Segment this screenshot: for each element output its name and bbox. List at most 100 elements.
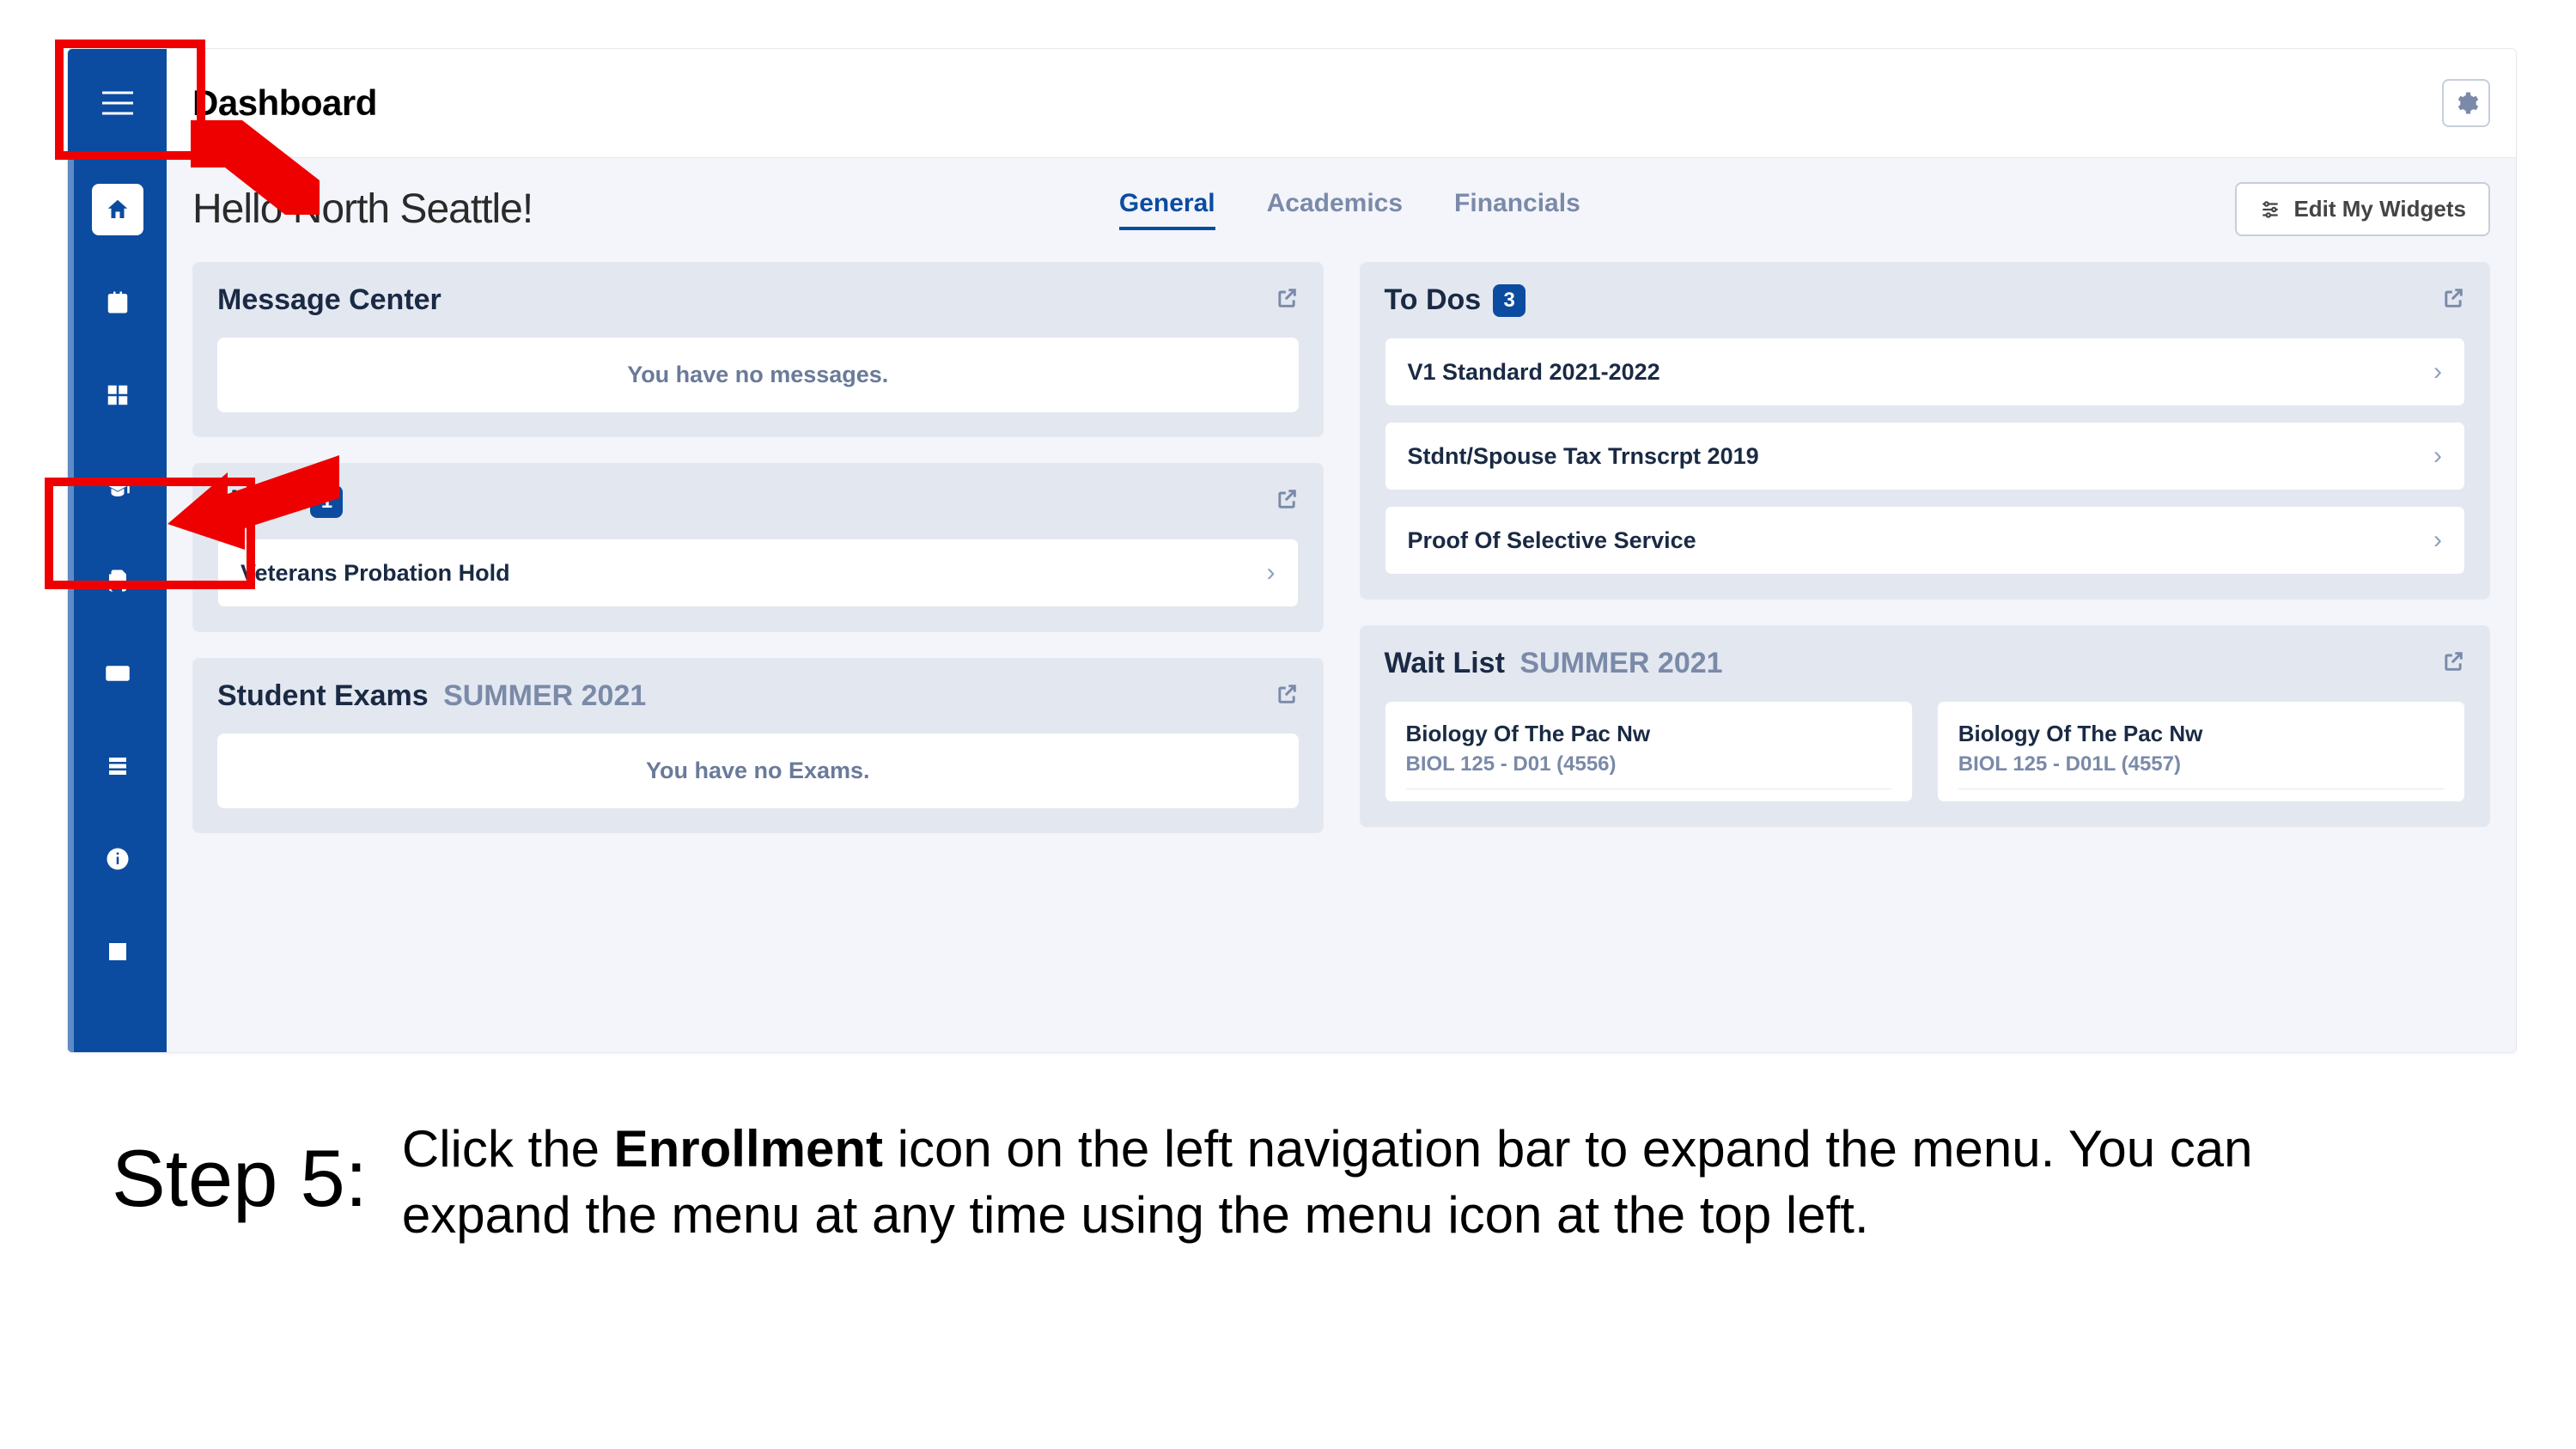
waitlist-code: BIOL 125 - D01 (4556) [1406, 752, 1891, 776]
page-title: Dashboard [192, 82, 377, 124]
tab-academics[interactable]: Academics [1267, 189, 1403, 230]
step-label: Step 5: [112, 1134, 368, 1222]
tab-financials[interactable]: Financials [1454, 189, 1580, 230]
todo-label: V1 Standard 2021-2022 [1408, 359, 1660, 386]
divider [1406, 788, 1891, 789]
todo-item[interactable]: Stdnt/Spouse Tax Trnscrpt 2019 › [1385, 422, 2466, 490]
annotation-arrow-menu [191, 120, 320, 215]
widget-student-exams: Student Exams SUMMER 2021 You have no Ex… [192, 658, 1324, 833]
chevron-right-icon: › [2433, 441, 2442, 471]
left-column: Message Center You have no messages. Hol… [192, 262, 1324, 833]
waitlist-card[interactable]: Biology Of The Pac Nw BIOL 125 - D01 (45… [1385, 701, 1913, 802]
waitlist-card[interactable]: Biology Of The Pac Nw BIOL 125 - D01L (4… [1937, 701, 2465, 802]
widget-todos: To Dos 3 V1 Standard 2021-2022 › Stdnt/S… [1360, 262, 2491, 600]
open-waitlist[interactable] [2441, 649, 2465, 678]
hold-item[interactable]: Veterans Probation Hold › [217, 539, 1299, 607]
sidebar-item-calendar[interactable] [92, 277, 143, 328]
annotation-arrow-enrollment [167, 447, 339, 550]
profile-icon [105, 939, 131, 965]
sidebar-item-documents[interactable] [92, 555, 143, 606]
nav-items [68, 156, 167, 998]
external-link-icon [2441, 649, 2465, 673]
exams-title-text: Student Exams [217, 679, 429, 712]
divider [1958, 788, 2444, 789]
chevron-right-icon: › [1267, 558, 1276, 588]
widget-head: Student Exams SUMMER 2021 [193, 659, 1323, 734]
content-area: Hello North Seattle! General Academics F… [167, 158, 2516, 1052]
edit-widgets-button[interactable]: Edit My Widgets [2235, 182, 2490, 236]
menu-toggle-button[interactable] [68, 49, 167, 156]
right-column: To Dos 3 V1 Standard 2021-2022 › Stdnt/S… [1360, 262, 2491, 833]
waitlist-course: Biology Of The Pac Nw [1406, 721, 1891, 747]
hold-label: Veterans Probation Hold [241, 560, 510, 587]
tiles-icon [105, 382, 131, 408]
widget-title: To Dos [1385, 283, 1482, 317]
sidebar-item-info[interactable] [92, 833, 143, 885]
widget-body: You have no messages. [193, 338, 1323, 436]
widget-title: Student Exams SUMMER 2021 [217, 679, 646, 713]
widget-title: Message Center [217, 283, 442, 317]
step-text: Click the Enrollment icon on the left na… [402, 1117, 2360, 1249]
tab-general[interactable]: General [1119, 189, 1215, 230]
app-window: Dashboard Hello North Seattle! General A… [67, 48, 2517, 1053]
todos-count-badge: 3 [1493, 284, 1526, 317]
list-icon [105, 753, 131, 779]
sidebar [68, 49, 167, 1052]
widget-head: Holds 1 [193, 464, 1323, 539]
widget-waitlist: Wait List SUMMER 2021 Biology Of The Pac… [1360, 625, 2491, 827]
tabs: General Academics Financials [1119, 189, 1580, 230]
topbar: Dashboard [167, 49, 2516, 158]
widget-holds: Holds 1 Veterans Probation Hold › [192, 463, 1324, 632]
settings-button[interactable] [2442, 79, 2490, 127]
open-holds[interactable] [1275, 487, 1299, 515]
exams-term: SUMMER 2021 [443, 679, 646, 712]
step-text-bold: Enrollment [614, 1120, 883, 1178]
sidebar-item-home[interactable] [92, 184, 143, 235]
home-icon [105, 197, 131, 222]
open-exams[interactable] [1275, 682, 1299, 710]
widget-columns: Message Center You have no messages. Hol… [192, 262, 2490, 833]
widget-head: Wait List SUMMER 2021 [1361, 626, 2490, 701]
chevron-right-icon: › [2433, 526, 2442, 555]
widget-head: Message Center [193, 263, 1323, 338]
info-icon [105, 846, 131, 872]
widget-body: You have no Exams. [193, 734, 1323, 832]
waitlist-term: SUMMER 2021 [1519, 647, 1722, 679]
sliders-icon [2259, 198, 2281, 221]
waitlist-title-text: Wait List [1385, 647, 1505, 679]
todo-label: Stdnt/Spouse Tax Trnscrpt 2019 [1408, 443, 1759, 470]
todo-item[interactable]: Proof Of Selective Service › [1385, 506, 2466, 575]
open-message-center[interactable] [1275, 286, 1299, 314]
empty-messages: You have no messages. [217, 338, 1299, 412]
sidebar-item-enrollment[interactable] [92, 462, 143, 514]
widget-body: Veterans Probation Hold › [193, 539, 1323, 631]
waitlist-code: BIOL 125 - D01L (4557) [1958, 752, 2444, 776]
step-text-pre: Click the [402, 1120, 614, 1178]
content-header: Hello North Seattle! General Academics F… [192, 182, 2490, 236]
sidebar-item-profile[interactable] [92, 926, 143, 977]
gear-icon [2453, 90, 2479, 116]
calendar-icon [105, 289, 131, 315]
open-todos[interactable] [2441, 286, 2465, 314]
graduation-cap-icon [105, 475, 131, 501]
instruction-row: Step 5: Click the Enrollment icon on the… [112, 1117, 2465, 1249]
widget-body: V1 Standard 2021-2022 › Stdnt/Spouse Tax… [1361, 338, 2490, 599]
widget-title: Wait List SUMMER 2021 [1385, 647, 1723, 680]
waitlist-course: Biology Of The Pac Nw [1958, 721, 2444, 747]
sidebar-item-tiles[interactable] [92, 369, 143, 421]
external-link-icon [1275, 487, 1299, 511]
todo-item[interactable]: V1 Standard 2021-2022 › [1385, 338, 2466, 406]
todo-label: Proof Of Selective Service [1408, 527, 1696, 554]
documents-icon [105, 568, 131, 594]
sidebar-item-payments[interactable] [92, 648, 143, 699]
sidebar-item-records[interactable] [92, 740, 143, 792]
sidebar-accent [68, 159, 74, 1052]
external-link-icon [1275, 682, 1299, 706]
external-link-icon [1275, 286, 1299, 310]
hamburger-icon [100, 89, 135, 117]
credit-card-icon [105, 661, 131, 686]
widget-message-center: Message Center You have no messages. [192, 262, 1324, 437]
widget-head: To Dos 3 [1361, 263, 2490, 338]
waitlist-cards: Biology Of The Pac Nw BIOL 125 - D01 (45… [1361, 701, 2490, 826]
external-link-icon [2441, 286, 2465, 310]
